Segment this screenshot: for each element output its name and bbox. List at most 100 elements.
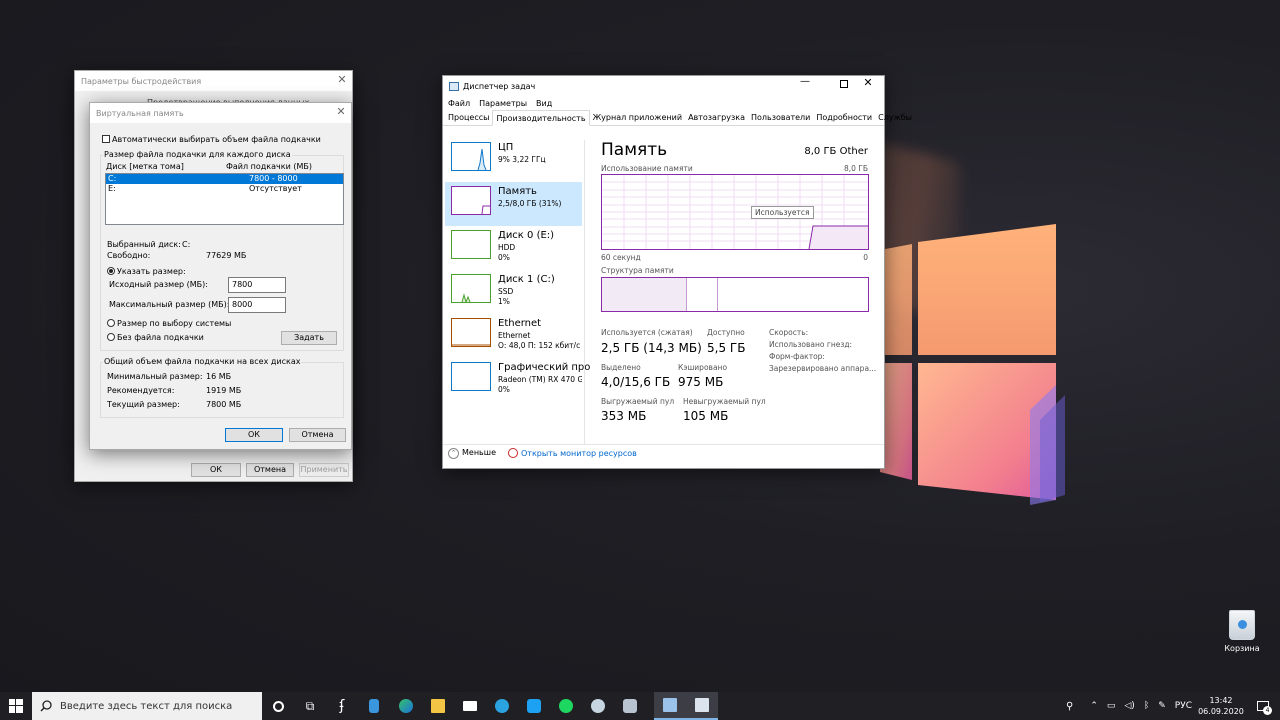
- taskbar-explorer[interactable]: [422, 692, 454, 720]
- resource-monitor-icon: [508, 448, 518, 458]
- sidebar-sub: 2,5/8,0 ГБ (31%): [498, 199, 562, 208]
- bluetooth-icon[interactable]: ᛒ: [1144, 701, 1149, 711]
- clock[interactable]: 13:42 06.09.2020: [1198, 695, 1244, 717]
- windows-logo-icon: [9, 699, 23, 713]
- reserved-label: Зарезервировано аппара...: [769, 364, 877, 373]
- tab-performance[interactable]: Производительность: [492, 110, 590, 126]
- tab-processes[interactable]: Процессы: [445, 110, 492, 126]
- close-icon[interactable]: ✕: [333, 104, 349, 120]
- taskbar-telegram[interactable]: [486, 692, 518, 720]
- taskbar-app-settings[interactable]: [614, 692, 646, 720]
- nonpaged-pool-value: 105 МБ: [683, 409, 729, 423]
- available-label: Доступно: [707, 328, 745, 337]
- tab-services[interactable]: Службы: [875, 110, 915, 126]
- tab-startup[interactable]: Автозагрузка: [685, 110, 748, 126]
- recycle-bin-label: Корзина: [1224, 644, 1260, 653]
- taskbar-steam[interactable]: [582, 692, 614, 720]
- resource-monitor-label: Открыть монитор ресурсов: [521, 449, 637, 458]
- chevron-up-icon[interactable]: ⌃: [1090, 701, 1098, 711]
- start-button[interactable]: [0, 692, 32, 720]
- taskbar-mail[interactable]: [454, 692, 486, 720]
- sidebar-item-ethernet[interactable]: Ethernet Ethernet О: 48,0 П: 152 кбит/с: [445, 314, 582, 358]
- maximize-icon[interactable]: [840, 80, 848, 88]
- ethernet-sparkline-graph: [452, 344, 490, 346]
- sidebar-sub2: 0%: [498, 253, 510, 262]
- recycle-bin-desktop-icon[interactable]: Корзина: [1220, 610, 1264, 653]
- network-icon[interactable]: ▭: [1107, 701, 1116, 711]
- performance-options-title: Параметры быстродействия: [81, 76, 202, 86]
- menu-view[interactable]: Вид: [536, 99, 552, 108]
- memory-usage-plot: [602, 175, 868, 250]
- pen-icon[interactable]: ✎: [1158, 701, 1166, 711]
- people-icon[interactable]: ⚲: [1066, 701, 1073, 712]
- initial-size-input[interactable]: 7800: [228, 277, 286, 293]
- taskbar-edge[interactable]: [390, 692, 422, 720]
- drive-row-e[interactable]: E: Отсутствует: [106, 184, 343, 194]
- taskbar-system-properties[interactable]: [686, 692, 718, 720]
- twitter-icon: [527, 699, 541, 713]
- vm-ok-button[interactable]: ОК: [225, 428, 283, 442]
- gpu-sparkline: [451, 362, 491, 391]
- performance-ok-button[interactable]: ОК: [191, 463, 241, 477]
- minimize-icon[interactable]: —: [792, 76, 818, 87]
- chevron-up-icon: ⌃: [448, 448, 459, 459]
- fewer-details-button[interactable]: ⌃ Меньше: [448, 448, 496, 459]
- volume-icon[interactable]: ◁): [1124, 701, 1134, 711]
- system-managed-radio[interactable]: Размер по выбору системы: [107, 319, 231, 328]
- language-indicator[interactable]: РУС: [1175, 701, 1192, 711]
- sidebar-item-cpu[interactable]: ЦП 9% 3,22 ГГц: [445, 138, 582, 182]
- committed-value: 4,0/15,6 ГБ: [601, 375, 671, 389]
- taskbar-task-manager[interactable]: [654, 692, 686, 720]
- close-icon[interactable]: ✕: [334, 72, 350, 88]
- in-use-label: Используется (сжатая): [601, 328, 693, 337]
- selected-disk-value: C:: [182, 240, 191, 249]
- custom-size-radio[interactable]: Указать размер:: [107, 267, 186, 276]
- drive-disk: C:: [108, 174, 117, 183]
- taskbar-spotify[interactable]: [550, 692, 582, 720]
- drive-row-c[interactable]: C: 7800 - 8000: [106, 174, 343, 184]
- performance-apply-button[interactable]: Применить: [299, 463, 349, 477]
- custom-size-label: Указать размер:: [117, 267, 186, 276]
- free-space-label: Свободно:: [107, 251, 151, 260]
- tab-details[interactable]: Подробности: [813, 110, 875, 126]
- taskbar-app-2[interactable]: [358, 692, 390, 720]
- max-size-input[interactable]: 8000: [228, 297, 286, 313]
- cpu-sparkline: [451, 142, 491, 171]
- radio-dot: [107, 267, 115, 275]
- paging-group-title: Размер файла подкачки для каждого диска: [103, 150, 292, 159]
- cached-value: 975 МБ: [678, 375, 724, 389]
- system-properties-icon: [695, 698, 709, 712]
- sidebar-title: Ethernet: [498, 318, 542, 329]
- resource-monitor-link[interactable]: Открыть монитор ресурсов: [508, 448, 637, 458]
- page-title: Память: [601, 140, 668, 160]
- free-space-value: 77629 МБ: [206, 251, 247, 260]
- action-center-button[interactable]: 4: [1248, 692, 1278, 720]
- menu-file[interactable]: Файл: [448, 99, 470, 108]
- tab-users[interactable]: Пользователи: [748, 110, 813, 126]
- taskbar-twitter[interactable]: [518, 692, 550, 720]
- tab-bar: Процессы Производительность Журнал прило…: [443, 110, 912, 126]
- taskbar-app-1[interactable]: ʄ: [326, 692, 358, 720]
- task-manager-titlebar: Диспетчер задач — ✕: [443, 76, 884, 96]
- sidebar-item-disk-0[interactable]: Диск 0 (E:) HDD 0%: [445, 226, 582, 270]
- drive-size: Отсутствует: [249, 184, 302, 193]
- radio-dot: [107, 319, 115, 327]
- taskbar-search-box[interactable]: Введите здесь текст для поиска: [32, 692, 262, 720]
- cortana-button[interactable]: [262, 692, 294, 720]
- performance-cancel-button[interactable]: Отмена: [246, 463, 294, 477]
- task-view-button[interactable]: ⧉: [294, 692, 326, 720]
- menu-options[interactable]: Параметры: [479, 99, 527, 108]
- auto-manage-checkbox[interactable]: Автоматически выбирать объем файла подка…: [102, 135, 321, 144]
- set-button[interactable]: Задать: [281, 331, 337, 345]
- vm-cancel-button[interactable]: Отмена: [289, 428, 346, 442]
- form-factor-label: Форм-фактор:: [769, 352, 825, 361]
- cached-label: Кэшировано: [678, 363, 728, 372]
- sidebar-item-gpu[interactable]: Графический про Radeon (TM) RX 470 Gra 0…: [445, 358, 590, 402]
- tab-app-history[interactable]: Журнал приложений: [590, 110, 686, 126]
- no-paging-radio[interactable]: Без файла подкачки: [107, 333, 204, 342]
- sidebar-item-memory[interactable]: Память 2,5/8,0 ГБ (31%): [445, 182, 582, 226]
- sidebar-item-disk-1[interactable]: Диск 1 (C:) SSD 1%: [445, 270, 582, 314]
- recycle-bin-icon: [1229, 610, 1255, 640]
- max-size-label: Максимальный размер (МБ):: [109, 300, 230, 309]
- close-icon[interactable]: ✕: [858, 76, 878, 89]
